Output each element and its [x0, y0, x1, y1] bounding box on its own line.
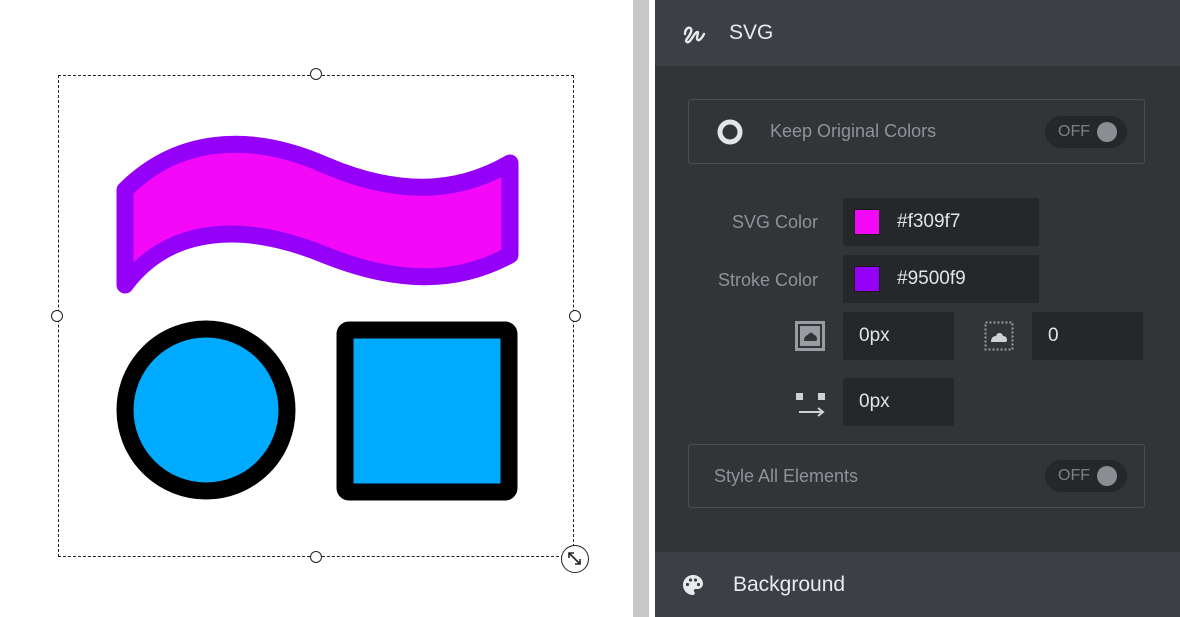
background-section-header[interactable]: Background	[655, 552, 1180, 617]
background-section-title: Background	[733, 572, 846, 596]
toggle-knob	[1097, 466, 1117, 486]
stroke-color-label: Stroke Color	[717, 270, 818, 290]
svg-color-field[interactable]: #f309f7	[843, 198, 1039, 246]
keep-original-colors-toggle[interactable]: OFF	[1045, 115, 1127, 148]
svg-color-swatch[interactable]	[854, 209, 880, 235]
stroke-color-swatch[interactable]	[854, 266, 880, 292]
keep-original-colors-row: Keep Original Colors OFF	[688, 99, 1145, 164]
handle-left[interactable]	[51, 310, 63, 322]
selection-box	[58, 75, 574, 557]
ring-icon	[717, 119, 743, 144]
svg-color-value: #f309f7	[897, 211, 961, 232]
resize-handle[interactable]	[561, 545, 589, 573]
keep-original-colors-label: Keep Original Colors	[770, 121, 937, 141]
stroke-color-field[interactable]: #9500f9	[843, 255, 1039, 303]
style-all-elements-label: Style All Elements	[714, 465, 859, 486]
svg-section-header[interactable]: SVG	[655, 0, 1180, 66]
shadow-blur-input[interactable]: 0	[1032, 312, 1143, 360]
spacing-input[interactable]: 0px	[843, 378, 954, 426]
style-all-elements-row: Style All Elements OFF	[688, 444, 1145, 508]
style-all-elements-toggle[interactable]: OFF	[1045, 460, 1127, 492]
stroke-color-value: #9500f9	[897, 268, 966, 289]
settings-panel: SVG Keep Original Colors OFF SVG Color #…	[655, 0, 1180, 617]
svg-section-title: SVG	[729, 21, 774, 44]
shadow-blur-icon	[984, 321, 1014, 351]
toggle-state-text: OFF	[1058, 467, 1090, 484]
stroke-width-input[interactable]: 0px	[843, 312, 954, 360]
handle-bottom[interactable]	[310, 551, 322, 563]
handle-right[interactable]	[569, 310, 581, 322]
resize-diagonal-icon	[568, 552, 581, 565]
toggle-state-text: OFF	[1058, 122, 1090, 140]
toggle-knob	[1097, 121, 1117, 142]
svg-color-label: SVG Color	[731, 212, 818, 232]
palette-icon	[683, 574, 703, 595]
stroke-width-icon	[795, 321, 825, 351]
handle-top[interactable]	[310, 68, 322, 80]
panel-divider[interactable]	[633, 0, 649, 617]
canvas-area[interactable]	[0, 0, 633, 617]
spacing-icon	[796, 393, 825, 417]
svg-path-icon	[683, 26, 706, 44]
